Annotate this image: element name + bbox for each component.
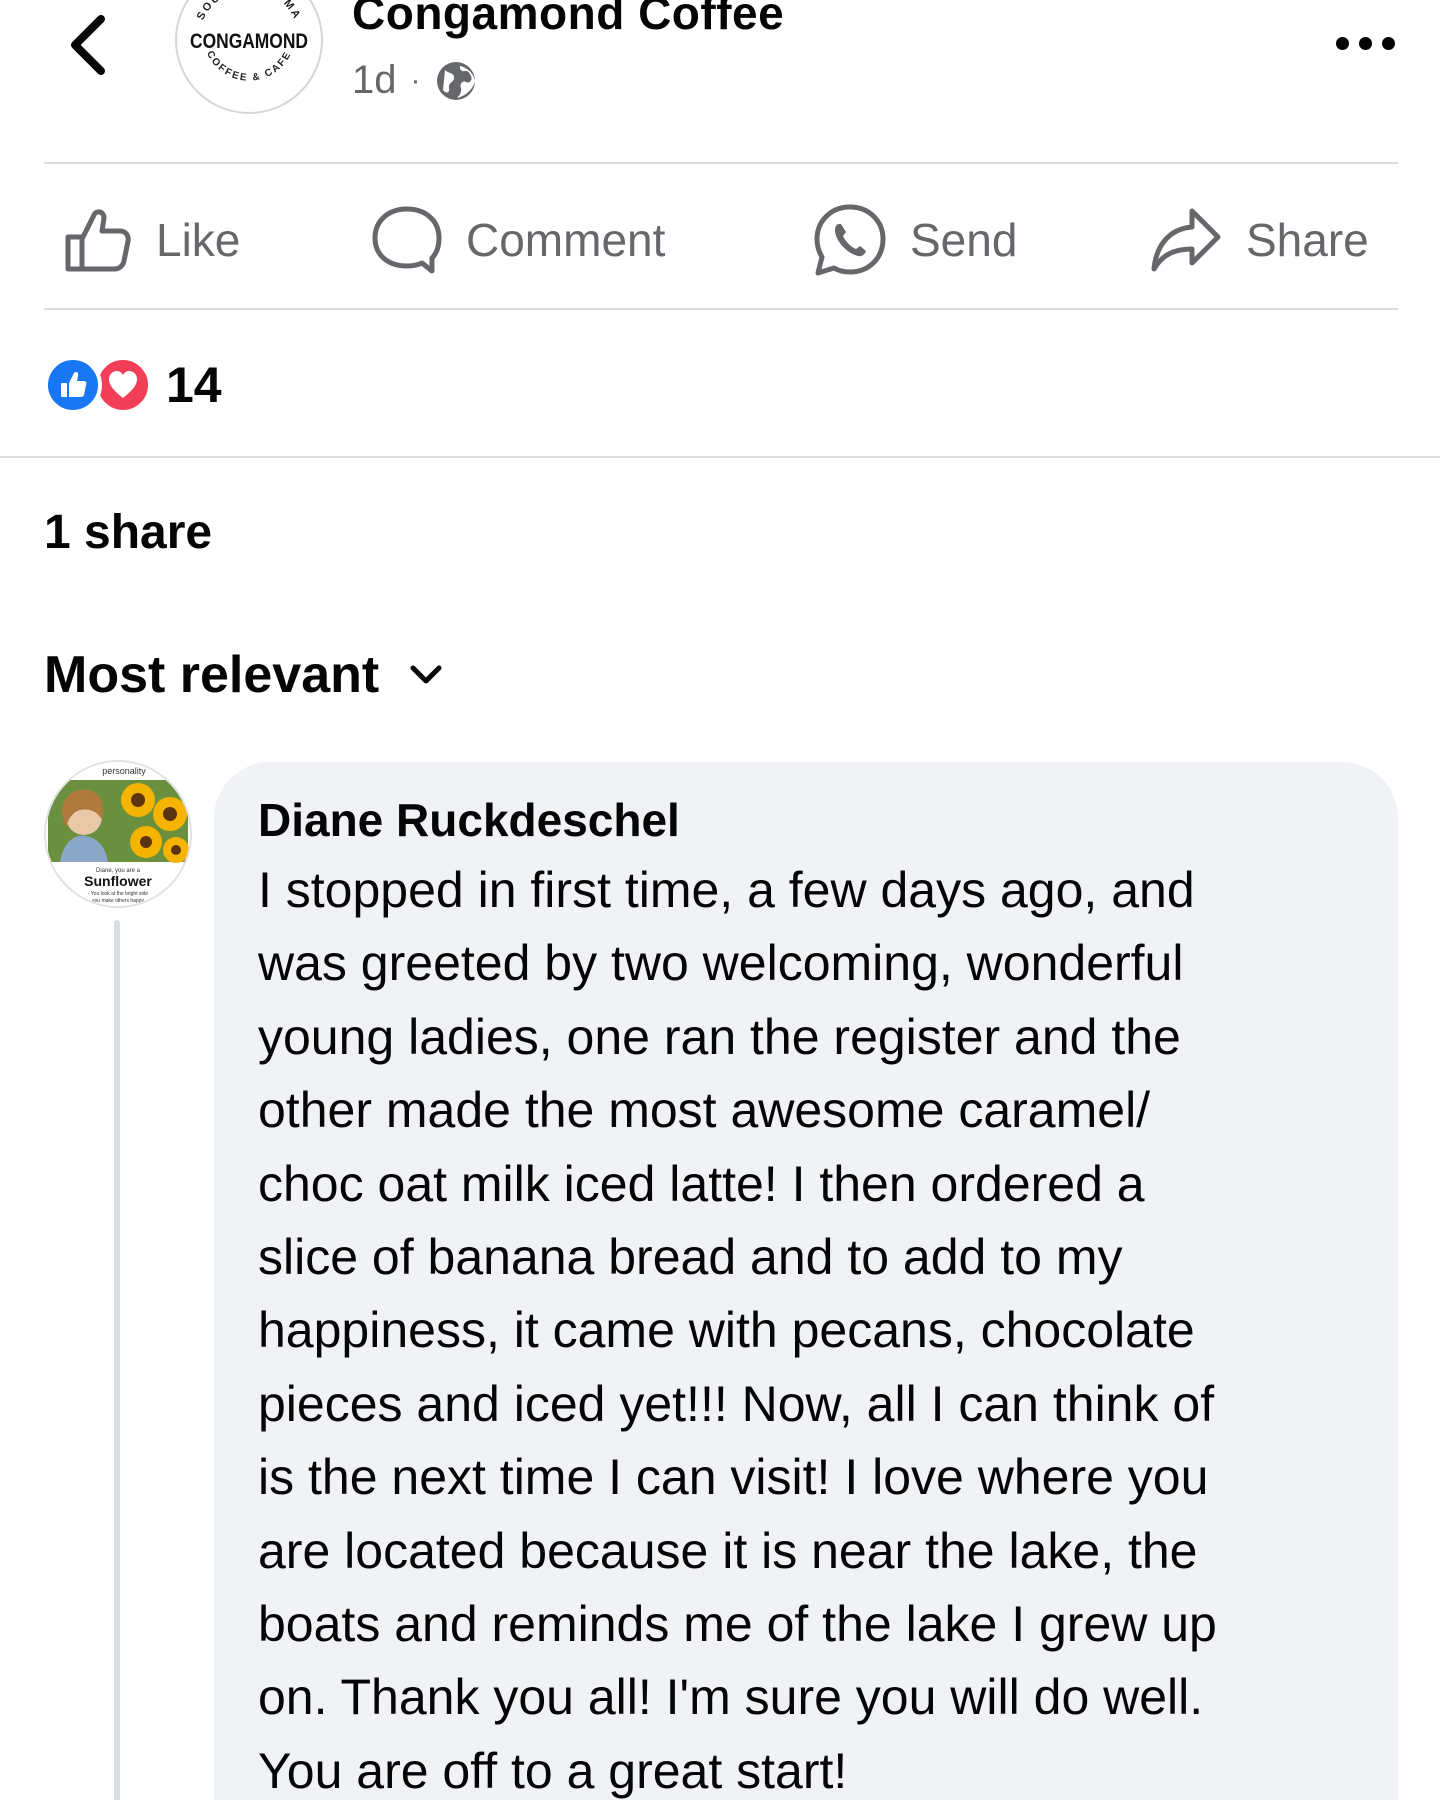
- post-time[interactable]: 1d: [352, 58, 397, 103]
- thread-line: [114, 920, 120, 1800]
- meta-separator: ·: [410, 63, 421, 97]
- love-reaction-icon: [94, 356, 152, 414]
- sunflower-profile-frame: personality Diane, you are a Sunflower -…: [46, 762, 190, 906]
- post-meta: 1d ·: [352, 58, 477, 103]
- comment-sort-dropdown[interactable]: Most relevant: [44, 645, 443, 705]
- frame-top-text: personality: [102, 766, 146, 776]
- like-reaction-icon: [44, 356, 102, 414]
- thumbs-up-icon: [65, 209, 131, 272]
- comment-text: I stopped in first time, a few days ago,…: [258, 854, 1358, 1800]
- comment-line: I stopped in first time, a few days ago,…: [258, 862, 1195, 918]
- comment-line: was greeted by two welcoming, wonderful: [258, 935, 1184, 992]
- frame-caption-title: Sunflower: [84, 873, 152, 889]
- comment-line: are located because it is near the lake,…: [258, 1522, 1198, 1579]
- chevron-down-icon: [410, 665, 442, 684]
- back-button[interactable]: [58, 10, 118, 80]
- like-button[interactable]: Like: [60, 195, 240, 285]
- comment-line: other made the most awesome caramel/: [258, 1082, 1151, 1139]
- commenter-avatar[interactable]: personality Diane, you are a Sunflower -…: [44, 760, 192, 908]
- page-avatar[interactable]: SOUTHWICK, MA CONGAMOND COFFEE & CAFE: [175, 0, 323, 114]
- logo-wordmark: CONGAMOND: [190, 30, 308, 53]
- reaction-count: 14: [166, 357, 222, 413]
- send-label: Send: [910, 214, 1018, 266]
- comment-label: Comment: [466, 214, 666, 266]
- comment-line: slice of banana bread and to add to my: [258, 1229, 1123, 1286]
- share-button[interactable]: Share: [1148, 195, 1369, 285]
- shares-count[interactable]: 1 share: [44, 505, 212, 560]
- congamond-logo: SOUTHWICK, MA CONGAMOND COFFEE & CAFE: [179, 0, 319, 110]
- comment-line: choc oat milk iced latte! I then ordered…: [258, 1155, 1145, 1212]
- sort-label: Most relevant: [44, 646, 380, 704]
- comment-line: boats and reminds me of the lake I grew …: [258, 1596, 1217, 1653]
- comment-line: on. Thank you all! I'm sure you will do …: [258, 1669, 1204, 1726]
- comment-line: You are off to a great start!: [258, 1742, 848, 1799]
- page-name[interactable]: Congamond Coffee: [352, 0, 784, 40]
- divider: [44, 162, 1398, 164]
- divider: [44, 308, 1398, 310]
- globe-icon: [436, 61, 475, 100]
- like-label: Like: [156, 214, 241, 266]
- comment-line: happiness, it came with pecans, chocolat…: [258, 1302, 1195, 1359]
- comment-icon: [372, 206, 442, 274]
- comment-button[interactable]: Comment: [370, 195, 665, 285]
- back-arrow-icon: [71, 15, 105, 75]
- send-button[interactable]: Send: [812, 195, 1017, 285]
- frame-caption-line2: you make others happy: [92, 898, 144, 904]
- reactions-summary[interactable]: 14: [44, 356, 222, 414]
- share-arrow-icon: [1151, 208, 1221, 272]
- comment-line: is the next time I can visit! I love whe…: [258, 1449, 1209, 1506]
- commenter-name[interactable]: Diane Ruckdeschel: [258, 792, 1358, 848]
- frame-caption-line1: - You look at the bright side: [88, 891, 149, 897]
- divider: [0, 456, 1440, 458]
- comment-line: young ladies, one ran the register and t…: [258, 1008, 1181, 1065]
- whatsapp-icon: [814, 204, 886, 276]
- comment-line: pieces and iced yet!!! Now, all I can th…: [258, 1375, 1215, 1432]
- more-options-button[interactable]: [1310, 18, 1420, 68]
- more-icon: [1335, 36, 1349, 50]
- comment-bubble: Diane Ruckdeschel I stopped in first tim…: [214, 762, 1398, 1800]
- share-label: Share: [1246, 214, 1369, 266]
